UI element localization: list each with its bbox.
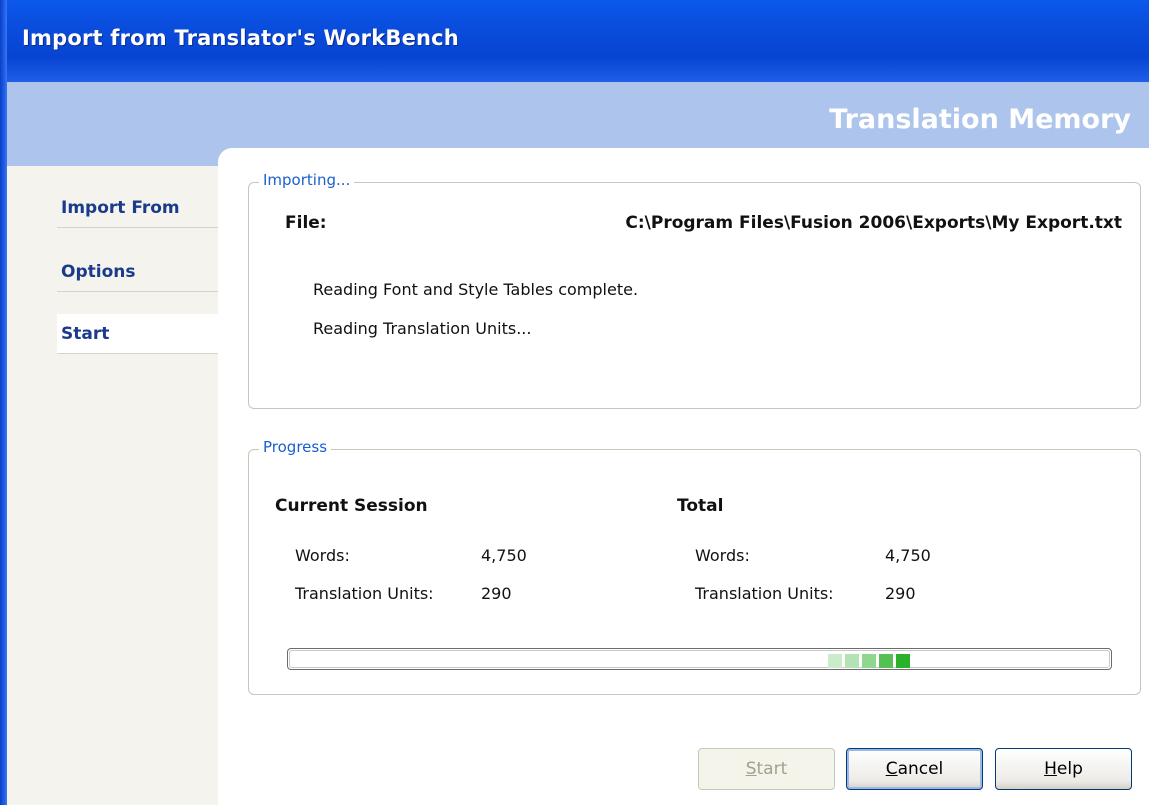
nav-item-label: Start [61, 324, 110, 344]
total-tu-value: 290 [885, 584, 916, 603]
banner-title: Translation Memory [829, 104, 1131, 135]
nav-item-label: Import From [61, 198, 180, 218]
log-line: Reading Translation Units... [313, 319, 532, 338]
log-line: Reading Font and Style Tables complete. [313, 280, 639, 299]
total-heading: Total [677, 496, 724, 516]
current-words-label: Words: [295, 546, 350, 565]
dialog-window: Import from Translator's WorkBench Trans… [0, 0, 1149, 805]
nav-item-options[interactable]: Options [57, 252, 218, 292]
file-label: File: [285, 213, 327, 233]
importing-legend: Importing... [259, 171, 355, 189]
total-tu-label: Translation Units: [695, 584, 834, 603]
progress-segment [862, 654, 876, 668]
total-words-label: Words: [695, 546, 750, 565]
importing-group: Importing... File: C:\Program Files\Fusi… [248, 171, 1141, 409]
current-session-heading: Current Session [275, 496, 428, 516]
nav-item-start[interactable]: Start [57, 314, 218, 354]
progress-segment [828, 654, 842, 668]
title-bar[interactable]: Import from Translator's WorkBench [0, 0, 1149, 82]
file-path: C:\Program Files\Fusion 2006\Exports\My … [625, 213, 1122, 233]
nav-item-label: Options [61, 262, 136, 282]
wizard-nav: Import From Options Start [7, 166, 218, 805]
current-tu-value: 290 [481, 584, 512, 603]
nav-item-import-from[interactable]: Import From [57, 188, 218, 228]
current-tu-label: Translation Units: [295, 584, 434, 603]
progress-segment [845, 654, 859, 668]
window-title: Import from Translator's WorkBench [22, 26, 459, 50]
content-panel: Importing... File: C:\Program Files\Fusi… [218, 148, 1149, 805]
progress-segment [879, 654, 893, 668]
total-words-value: 4,750 [885, 546, 931, 565]
progress-group: Progress Current Session Words: 4,750 Tr… [248, 438, 1141, 695]
start-button[interactable]: Start [698, 748, 835, 790]
cancel-button[interactable]: Cancel [846, 748, 983, 790]
progress-track [289, 650, 1110, 668]
help-button[interactable]: Help [995, 748, 1132, 790]
progress-segment [896, 654, 910, 668]
current-words-value: 4,750 [481, 546, 527, 565]
progress-bar [287, 648, 1112, 670]
progress-legend: Progress [259, 438, 332, 456]
